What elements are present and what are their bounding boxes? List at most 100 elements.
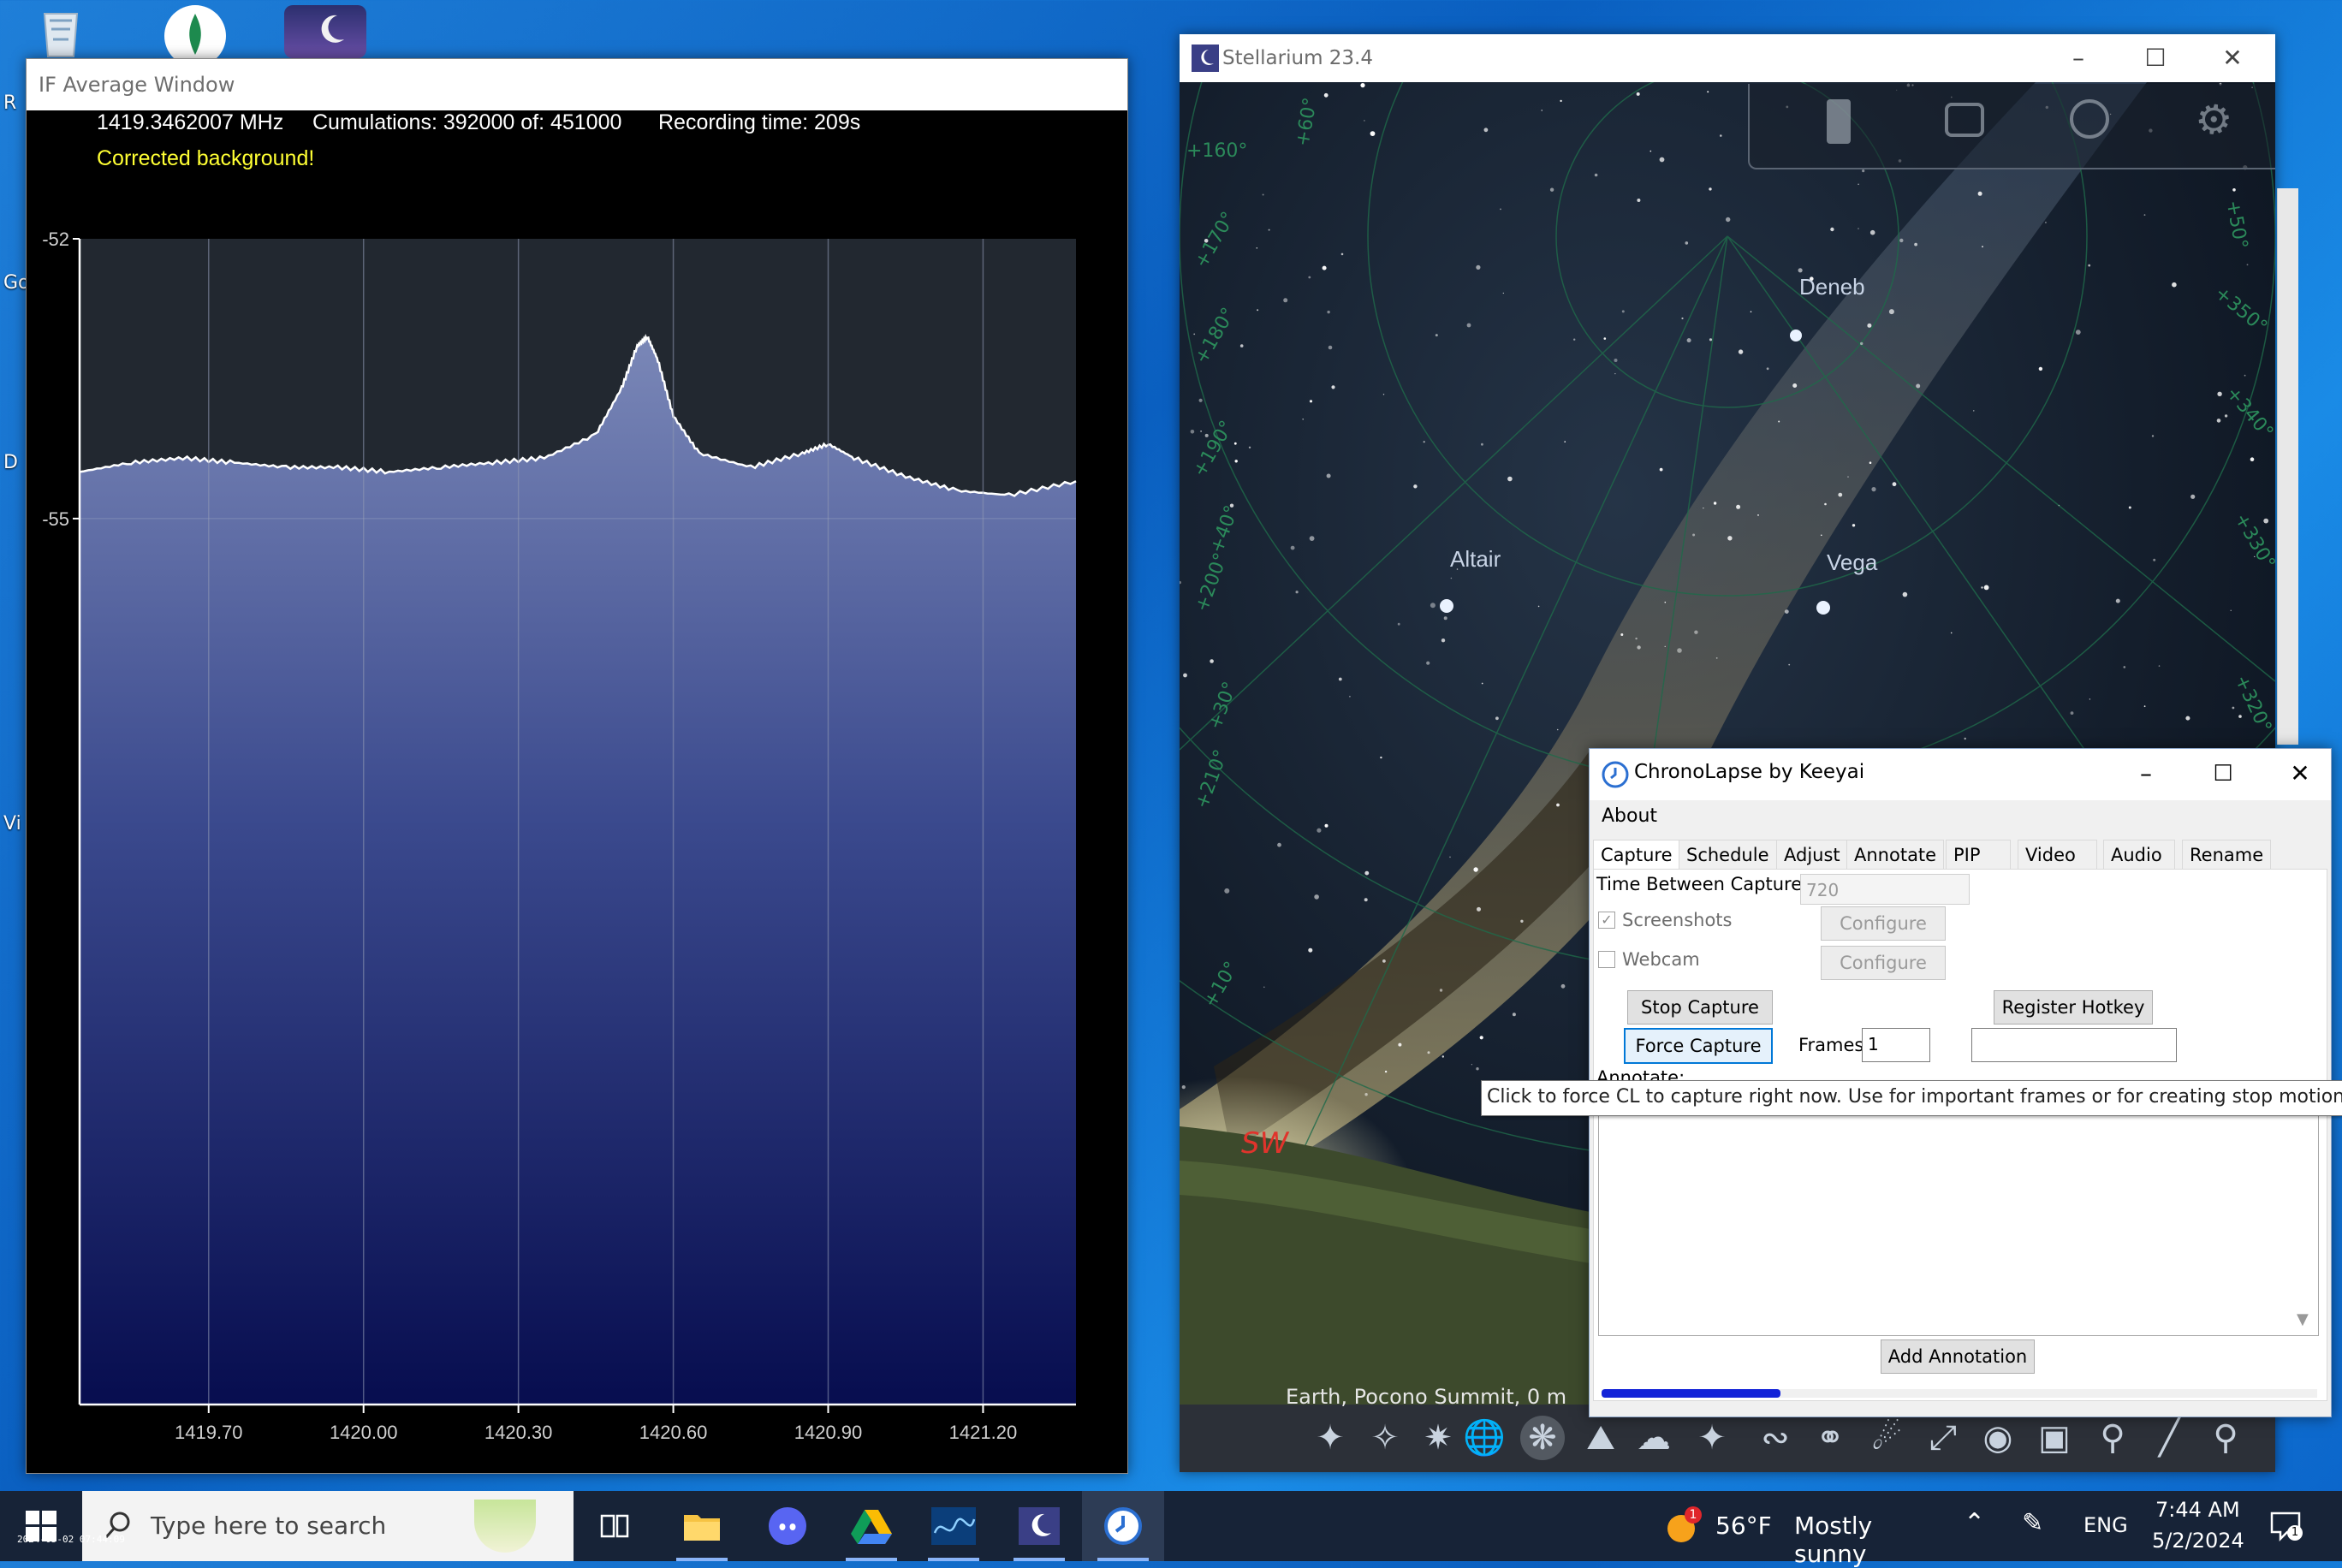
ocular-icon[interactable]: ⚲ bbox=[2090, 1416, 2135, 1460]
stellarium-close-button[interactable]: ✕ bbox=[2193, 34, 2272, 82]
chronolapse-taskbar-button[interactable] bbox=[1082, 1491, 1164, 1561]
tab-rename[interactable]: Rename bbox=[2182, 840, 2272, 870]
stellarium-taskbar-button[interactable] bbox=[998, 1491, 1080, 1561]
spectrum-area bbox=[80, 336, 1076, 1405]
star bbox=[1324, 823, 1329, 828]
constellation-labels-icon[interactable]: ✧ bbox=[1363, 1416, 1407, 1460]
if-window-title[interactable]: IF Average Window bbox=[27, 59, 1127, 110]
star bbox=[1869, 461, 1872, 464]
hotkey-field[interactable] bbox=[1971, 1028, 2177, 1062]
time-between-field[interactable]: 720 bbox=[1800, 874, 1970, 905]
star bbox=[1977, 191, 1982, 196]
constellation-art-icon[interactable]: ✷ bbox=[1416, 1416, 1460, 1460]
google-drive-button[interactable] bbox=[830, 1491, 912, 1561]
screenshots-checkbox[interactable]: ✓ bbox=[1598, 912, 1615, 929]
star bbox=[1564, 441, 1566, 442]
weather-widget[interactable]: 1 56°F Mostly sunny bbox=[1655, 1491, 1929, 1568]
star bbox=[1502, 292, 1504, 294]
force-capture-button[interactable]: Force Capture bbox=[1624, 1028, 1773, 1064]
star bbox=[1290, 545, 1295, 550]
bright-star[interactable] bbox=[1790, 330, 1802, 342]
configure-screenshots-button[interactable]: Configure bbox=[1821, 906, 1946, 941]
satellite-icon[interactable]: ╱ bbox=[2147, 1416, 2191, 1460]
star bbox=[1637, 199, 1641, 202]
wrench-icon[interactable]: ⚙ bbox=[2184, 90, 2244, 150]
star bbox=[1916, 383, 1921, 389]
chronolapse-maximize-button[interactable]: ☐ bbox=[2197, 752, 2249, 795]
frames-field[interactable]: 1 bbox=[1862, 1028, 1930, 1062]
annotation-textarea[interactable] bbox=[1598, 1081, 2319, 1336]
tab-audio[interactable]: Audio bbox=[2103, 840, 2175, 870]
annotation-scroll-down-icon[interactable]: ▼ bbox=[2297, 1310, 2309, 1328]
star bbox=[2038, 366, 2043, 371]
screenshot-icon[interactable] bbox=[1945, 103, 1984, 137]
clock-date[interactable]: 5/2/2024 bbox=[2152, 1529, 2244, 1553]
file-explorer-button[interactable] bbox=[661, 1491, 743, 1561]
tab-schedule[interactable]: Schedule bbox=[1679, 840, 1777, 870]
mount-icon[interactable]: ▣ bbox=[2032, 1416, 2077, 1460]
chevron-up-icon[interactable]: ⌃ bbox=[1964, 1508, 1985, 1538]
star bbox=[1248, 446, 1251, 448]
star bbox=[1481, 682, 1483, 685]
chronolapse-titlebar[interactable]: ChronoLapse by Keeyai – ☐ ✕ bbox=[1590, 749, 2331, 800]
tab-pip[interactable]: PIP bbox=[1946, 840, 2011, 870]
meteor-icon[interactable]: ☄ bbox=[1864, 1416, 1909, 1460]
pen-icon[interactable]: ✎ bbox=[2022, 1508, 2043, 1538]
deep-sky-icon[interactable]: ✦ bbox=[1690, 1416, 1734, 1460]
language-indicator[interactable]: ENG bbox=[2083, 1513, 2128, 1537]
star bbox=[1560, 99, 1562, 103]
stellarium-desktop-icon[interactable] bbox=[284, 5, 366, 58]
star bbox=[1364, 120, 1365, 122]
planet-labels-icon[interactable]: ⚭ bbox=[1808, 1416, 1852, 1460]
stellarium-titlebar[interactable]: Stellarium 23.4 – ☐ ✕ bbox=[1180, 34, 2275, 82]
add-annotation-button[interactable]: Add Annotation bbox=[1881, 1339, 2035, 1374]
search-icon[interactable]: ⚲ bbox=[2203, 1416, 2248, 1460]
star bbox=[2158, 665, 2161, 667]
register-hotkey-button[interactable]: Register Hotkey bbox=[1994, 990, 2153, 1025]
clock-time[interactable]: 7:44 AM bbox=[2155, 1498, 2240, 1522]
bright-star[interactable] bbox=[1440, 599, 1453, 613]
star bbox=[1715, 657, 1718, 659]
notification-icon[interactable]: 1 bbox=[2268, 1508, 2303, 1542]
constellation-lines-icon[interactable]: ✦ bbox=[1308, 1416, 1352, 1460]
star bbox=[1323, 92, 1329, 98]
chronolapse-minimize-button[interactable]: – bbox=[2120, 752, 2172, 795]
menu-about[interactable]: About bbox=[1602, 805, 1657, 827]
stellarium-maximize-button[interactable]: ☐ bbox=[2116, 34, 2195, 82]
atmosphere-icon[interactable]: ☁ bbox=[1632, 1416, 1676, 1460]
fullscreen-icon[interactable]: ⤢ bbox=[1921, 1416, 1965, 1460]
tab-capture[interactable]: Capture bbox=[1593, 840, 1680, 870]
star bbox=[1792, 383, 1798, 388]
background-scrollbar[interactable] bbox=[2277, 188, 2298, 745]
search-box[interactable]: Type here to search bbox=[82, 1491, 574, 1561]
stellarium-minimize-button[interactable]: – bbox=[2039, 34, 2118, 82]
azimuthal-grid-icon[interactable]: ❋ bbox=[1520, 1416, 1565, 1460]
eye-icon[interactable]: ◉ bbox=[1976, 1416, 2020, 1460]
x-tick-label: 1420.60 bbox=[639, 1422, 708, 1443]
discord-button[interactable] bbox=[746, 1491, 829, 1561]
tab-video[interactable]: Video bbox=[2018, 840, 2097, 870]
tab-adjust[interactable]: Adjust bbox=[1776, 840, 1848, 870]
star bbox=[2143, 705, 2146, 708]
ground-icon[interactable]: ⛰ bbox=[1578, 1416, 1623, 1460]
star bbox=[1435, 334, 1438, 337]
configure-webcam-button[interactable]: Configure bbox=[1821, 946, 1946, 980]
start-button[interactable] bbox=[0, 1491, 82, 1561]
bright-star[interactable] bbox=[1816, 601, 1830, 615]
star bbox=[1537, 605, 1540, 608]
sdr-app-button[interactable] bbox=[912, 1491, 995, 1561]
task-view-button[interactable] bbox=[574, 1491, 656, 1561]
star bbox=[1512, 1013, 1516, 1017]
webcam-label: Webcam bbox=[1622, 949, 1700, 970]
equatorial-grid-icon[interactable]: 🌐 bbox=[1462, 1416, 1507, 1460]
star bbox=[2232, 188, 2236, 192]
recycle-bin-icon[interactable] bbox=[31, 5, 91, 58]
stop-capture-button[interactable]: Stop Capture bbox=[1627, 990, 1773, 1025]
mongodb-compass-icon[interactable] bbox=[159, 3, 231, 67]
trash-icon[interactable] bbox=[1827, 99, 1851, 144]
tab-annotate[interactable]: Annotate bbox=[1846, 840, 1945, 870]
chronolapse-close-button[interactable]: ✕ bbox=[2274, 752, 2326, 795]
view-settings-icon[interactable] bbox=[2070, 99, 2109, 139]
nebula-icon[interactable]: ∾ bbox=[1753, 1416, 1798, 1460]
webcam-checkbox[interactable] bbox=[1598, 951, 1615, 968]
